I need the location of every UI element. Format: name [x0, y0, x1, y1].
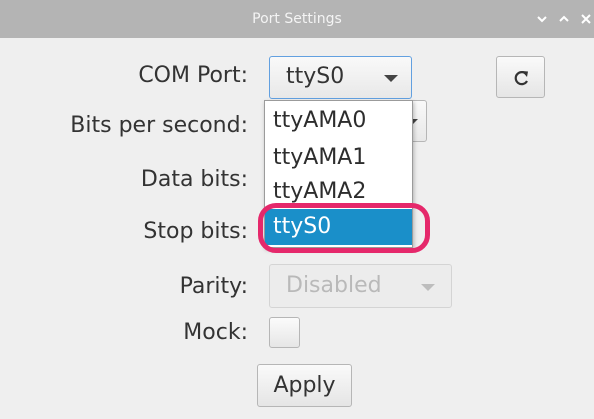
bits-per-second-label: Bits per second:: [70, 113, 248, 138]
refresh-icon: [514, 71, 528, 86]
apply-button[interactable]: Apply: [257, 364, 352, 407]
stop-bits-label: Stop bits:: [143, 219, 248, 244]
com-port-label: COM Port:: [138, 63, 248, 88]
title-bar[interactable]: Port Settings: [0, 0, 594, 38]
dropdown-item-ttyama0[interactable]: ttyAMA0: [265, 103, 412, 139]
mock-checkbox[interactable]: [269, 317, 300, 348]
chevron-down-icon: [384, 75, 398, 82]
chevron-down-icon[interactable]: [534, 11, 550, 27]
data-bits-label: Data bits:: [140, 167, 248, 192]
parity-select[interactable]: Disabled: [269, 264, 452, 308]
refresh-button[interactable]: [496, 56, 545, 98]
mock-label: Mock:: [183, 320, 248, 345]
dropdown-item-ttyama1[interactable]: ttyAMA1: [265, 140, 412, 176]
window-title: Port Settings: [252, 11, 342, 27]
parity-value: Disabled: [286, 273, 382, 298]
chevron-up-icon[interactable]: [556, 11, 572, 27]
port-settings-window: Port Settings COM Port: ttyS0 Bits per s…: [0, 0, 594, 419]
com-port-select[interactable]: ttyS0: [269, 56, 412, 99]
close-icon[interactable]: [578, 11, 594, 27]
parity-label: Parity:: [179, 274, 248, 299]
selection-highlight-ring: [258, 203, 430, 253]
com-port-value: ttyS0: [286, 64, 345, 89]
chevron-down-icon: [421, 284, 435, 291]
